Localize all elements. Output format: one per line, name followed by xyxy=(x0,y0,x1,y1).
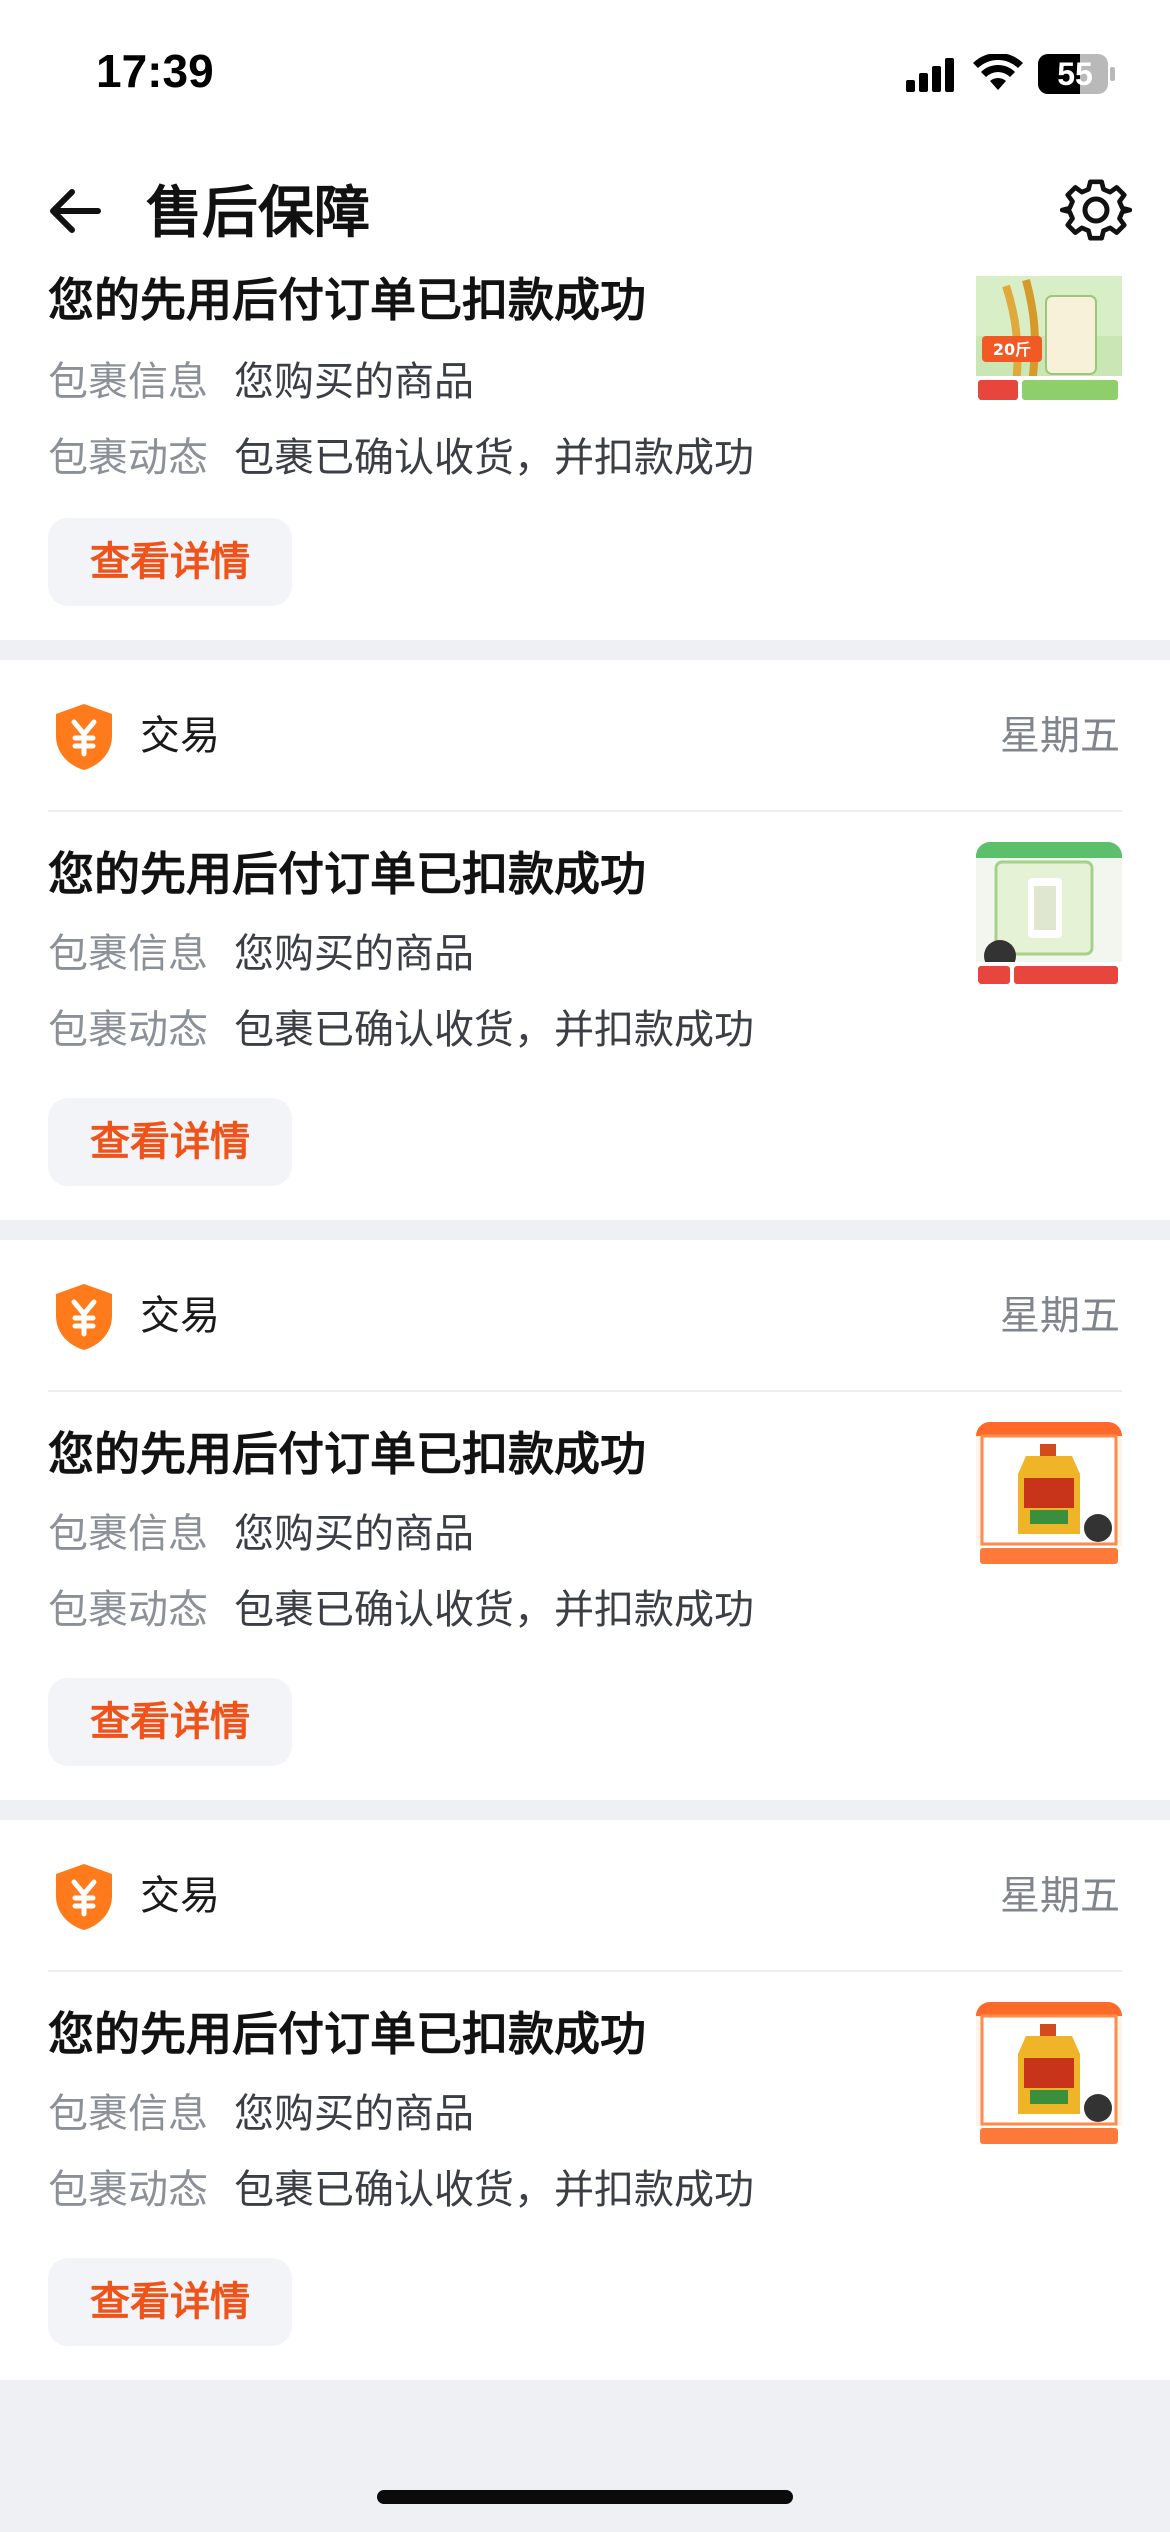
yuan-shield-icon xyxy=(56,704,112,770)
package-info-value: 您购买的商品 xyxy=(234,931,474,977)
package-info-row: 包裹信息 您购买的商品 xyxy=(48,354,474,410)
cellular-signal-icon xyxy=(906,58,954,92)
package-status-row: 包裹动态 包裹已确认收货，并扣款成功 xyxy=(48,1002,754,1058)
message-date: 星期五 xyxy=(1000,1293,1120,1339)
source-name: 交易 xyxy=(140,713,220,759)
message-date: 星期五 xyxy=(1000,713,1120,759)
package-status-value: 包裹已确认收货，并扣款成功 xyxy=(234,435,754,481)
package-status-row: 包裹动态 包裹已确认收货，并扣款成功 xyxy=(48,2162,754,2218)
card-header: 交易 星期五 xyxy=(0,1820,1170,1970)
view-details-button[interactable]: 查看详情 xyxy=(48,2258,292,2346)
product-thumbnail[interactable]: 20斤 xyxy=(976,276,1122,404)
card-header: 交易 星期五 xyxy=(0,660,1170,810)
product-thumbnail[interactable] xyxy=(976,842,1122,988)
package-info-label: 包裹信息 xyxy=(48,359,208,405)
source-name: 交易 xyxy=(140,1293,220,1339)
oil-bottle-product-image xyxy=(976,1422,1122,1568)
back-arrow-icon[interactable] xyxy=(40,176,110,246)
page-title: 售后保障 xyxy=(146,181,370,246)
status-bar: 17:39 55 xyxy=(0,0,1170,150)
message-title: 您的先用后付订单已扣款成功 xyxy=(48,273,646,327)
package-status-label: 包裹动态 xyxy=(48,1587,208,1633)
source-name: 交易 xyxy=(140,1873,220,1919)
package-info-value: 您购买的商品 xyxy=(234,1511,474,1557)
rice-bag-product-image xyxy=(976,842,1122,988)
wifi-icon xyxy=(973,54,1023,90)
card-header: 交易 星期五 xyxy=(0,1240,1170,1390)
message-title: 您的先用后付订单已扣款成功 xyxy=(48,1427,646,1481)
package-status-value: 包裹已确认收货，并扣款成功 xyxy=(234,2167,754,2213)
home-indicator[interactable] xyxy=(377,2490,793,2504)
package-status-label: 包裹动态 xyxy=(48,1007,208,1053)
thumb-label: 20斤 xyxy=(993,340,1031,359)
package-info-row: 包裹信息 您购买的商品 xyxy=(48,1506,474,1562)
package-info-label: 包裹信息 xyxy=(48,1511,208,1557)
package-info-label: 包裹信息 xyxy=(48,2091,208,2137)
yuan-shield-icon xyxy=(56,1284,112,1350)
message-card[interactable]: 交易 星期五 您的先用后付订单已扣款成功 包裹信息 您购买的商品 包裹动态 包裹已确… xyxy=(0,1820,1170,2380)
divider xyxy=(48,1970,1122,1972)
product-thumbnail[interactable] xyxy=(976,1422,1122,1568)
package-status-row: 包裹动态 包裹已确认收货，并扣款成功 xyxy=(48,430,754,486)
oil-bottle-product-image xyxy=(976,2002,1122,2148)
divider xyxy=(48,810,1122,812)
battery-level: 55 xyxy=(1057,56,1093,92)
message-card[interactable]: 交易 星期五 您的先用后付订单已扣款成功 包裹信息 您购买的商品 包裹动态 包裹已确… xyxy=(0,1240,1170,1800)
package-info-value: 您购买的商品 xyxy=(234,359,474,405)
view-details-button[interactable]: 查看详情 xyxy=(48,518,292,606)
package-info-label: 包裹信息 xyxy=(48,931,208,977)
status-time: 17:39 xyxy=(96,45,214,97)
package-status-label: 包裹动态 xyxy=(48,435,208,481)
gear-icon[interactable] xyxy=(1060,174,1132,246)
package-info-row: 包裹信息 您购买的商品 xyxy=(48,2086,474,2142)
package-status-row: 包裹动态 包裹已确认收货，并扣款成功 xyxy=(48,1582,754,1638)
product-thumbnail[interactable] xyxy=(976,2002,1122,2148)
rice-bag-product-image: 20斤 xyxy=(976,276,1122,404)
message-date: 星期五 xyxy=(1000,1873,1120,1919)
divider xyxy=(48,1390,1122,1392)
package-status-label: 包裹动态 xyxy=(48,2167,208,2213)
view-details-button[interactable]: 查看详情 xyxy=(48,1098,292,1186)
yuan-shield-icon xyxy=(56,1864,112,1930)
package-info-row: 包裹信息 您购买的商品 xyxy=(48,926,474,982)
package-status-value: 包裹已确认收货，并扣款成功 xyxy=(234,1587,754,1633)
message-card[interactable]: 交易 星期五 您的先用后付订单已扣款成功 包裹信息 您购买的商品 包裹动态 包裹已确… xyxy=(0,660,1170,1220)
package-info-value: 您购买的商品 xyxy=(234,2091,474,2137)
nav-header: 售后保障 xyxy=(0,150,1170,280)
message-title: 您的先用后付订单已扣款成功 xyxy=(48,847,646,901)
package-status-value: 包裹已确认收货，并扣款成功 xyxy=(234,1007,754,1053)
message-title: 您的先用后付订单已扣款成功 xyxy=(48,2007,646,2061)
message-card[interactable]: 您的先用后付订单已扣款成功 包裹信息 您购买的商品 包裹动态 包裹已确认收货，并扣款… xyxy=(0,273,1170,640)
view-details-button[interactable]: 查看详情 xyxy=(48,1678,292,1766)
